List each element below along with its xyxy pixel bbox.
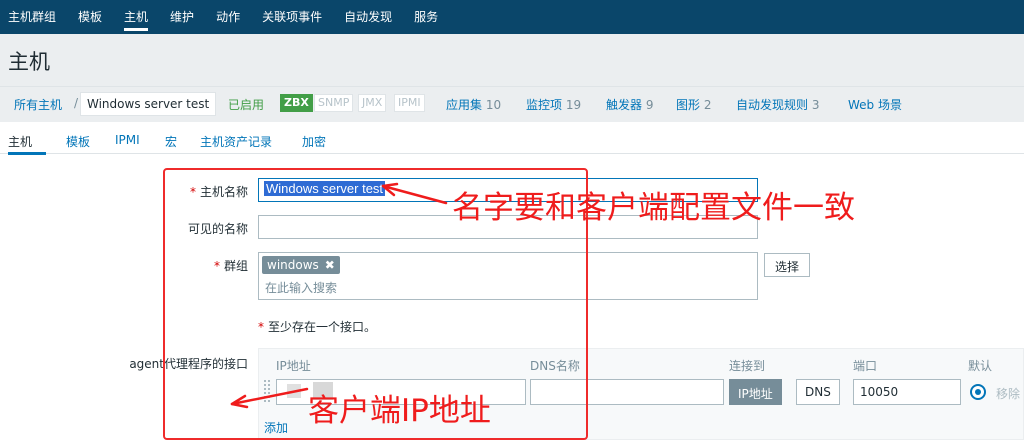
sublink-graphs[interactable]: 图形 2 <box>676 96 711 113</box>
add-interface-link[interactable]: 添加 <box>264 419 288 436</box>
port-input[interactable]: 10050 <box>853 379 961 405</box>
tab-inventory[interactable]: 主机资产记录 <box>200 133 272 150</box>
availability-snmp-badge: SNMP <box>314 94 354 112</box>
annotation-ip-note: 客户端IP地址 <box>308 393 491 429</box>
nav-event-correlation[interactable]: 关联项事件 <box>262 0 322 34</box>
groups-search-placeholder[interactable]: 在此输入搜索 <box>265 279 337 296</box>
agent-interface-label: agent代理程序的接口 <box>129 357 248 371</box>
availability-ipmi-badge: IPMI <box>394 94 425 112</box>
header-connect-to: 连接到 <box>729 359 766 373</box>
tab-ipmi[interactable]: IPMI <box>115 133 140 147</box>
header-port: 端口 <box>853 359 878 373</box>
annotation-arrowhead-ip <box>230 394 249 409</box>
sublink-triggers[interactable]: 触发器 9 <box>606 96 653 113</box>
tab-templates[interactable]: 模板 <box>66 133 90 150</box>
tab-host[interactable]: 主机 <box>8 133 32 150</box>
sublink-web-scenarios[interactable]: Web 场景 <box>848 96 902 113</box>
redacted-block <box>287 384 301 398</box>
nav-host-groups[interactable]: 主机群组 <box>8 0 56 34</box>
default-radio[interactable] <box>970 384 986 400</box>
annotation-name-note: 名字要和客户端配置文件一致 <box>452 190 855 226</box>
remove-chip-icon[interactable]: ✖ <box>325 258 335 272</box>
header-ip: IP地址 <box>276 359 311 373</box>
connect-dns-toggle[interactable]: DNS <box>796 379 840 405</box>
nav-services[interactable]: 服务 <box>414 0 438 34</box>
nav-hosts[interactable]: 主机 <box>124 0 149 34</box>
header-dns: DNS名称 <box>530 359 580 373</box>
page-title: 主机 <box>8 50 50 74</box>
top-navigation: 主机群组 模板 主机 维护 动作 关联项事件 自动发现 服务 <box>0 0 1024 34</box>
connect-ip-toggle[interactable]: IP地址 <box>729 379 782 405</box>
remove-interface-link[interactable]: 移除 <box>996 385 1020 402</box>
groups-label: * 群组 <box>213 259 248 273</box>
breadcrumb-all-hosts[interactable]: 所有主机 <box>14 96 62 113</box>
breadcrumb-current-host[interactable]: Windows server test <box>80 92 217 116</box>
availability-zbx-badge: ZBX <box>280 94 313 112</box>
interface-notice: * 至少存在一个接口。 <box>258 320 377 334</box>
host-name-label: * 主机名称 <box>189 185 248 199</box>
visible-name-label: 可见的名称 <box>187 222 248 236</box>
nav-discovery[interactable]: 自动发现 <box>344 0 392 34</box>
page-header <box>0 34 1024 86</box>
nav-maintenance[interactable]: 维护 <box>170 0 194 34</box>
select-groups-button[interactable]: 选择 <box>764 253 811 277</box>
sublink-discovery-rules[interactable]: 自动发现规则 3 <box>736 96 819 113</box>
active-tab-indicator <box>8 152 46 155</box>
nav-templates[interactable]: 模板 <box>78 0 102 34</box>
breadcrumb-separator: / <box>74 96 79 110</box>
drag-handle-icon[interactable] <box>264 380 270 402</box>
group-chip-windows: windows ✖ <box>262 256 340 274</box>
dns-name-input[interactable] <box>530 379 724 405</box>
sublink-applications[interactable]: 应用集 10 <box>446 96 501 113</box>
status-enabled[interactable]: 已启用 <box>228 96 264 113</box>
tab-macros[interactable]: 宏 <box>165 133 177 150</box>
tab-encryption[interactable]: 加密 <box>302 133 326 150</box>
sublink-items[interactable]: 监控项 19 <box>526 96 581 113</box>
nav-actions[interactable]: 动作 <box>216 0 240 34</box>
header-default: 默认 <box>968 359 993 373</box>
availability-jmx-badge: JMX <box>358 94 387 112</box>
form-tabs <box>0 124 1024 154</box>
